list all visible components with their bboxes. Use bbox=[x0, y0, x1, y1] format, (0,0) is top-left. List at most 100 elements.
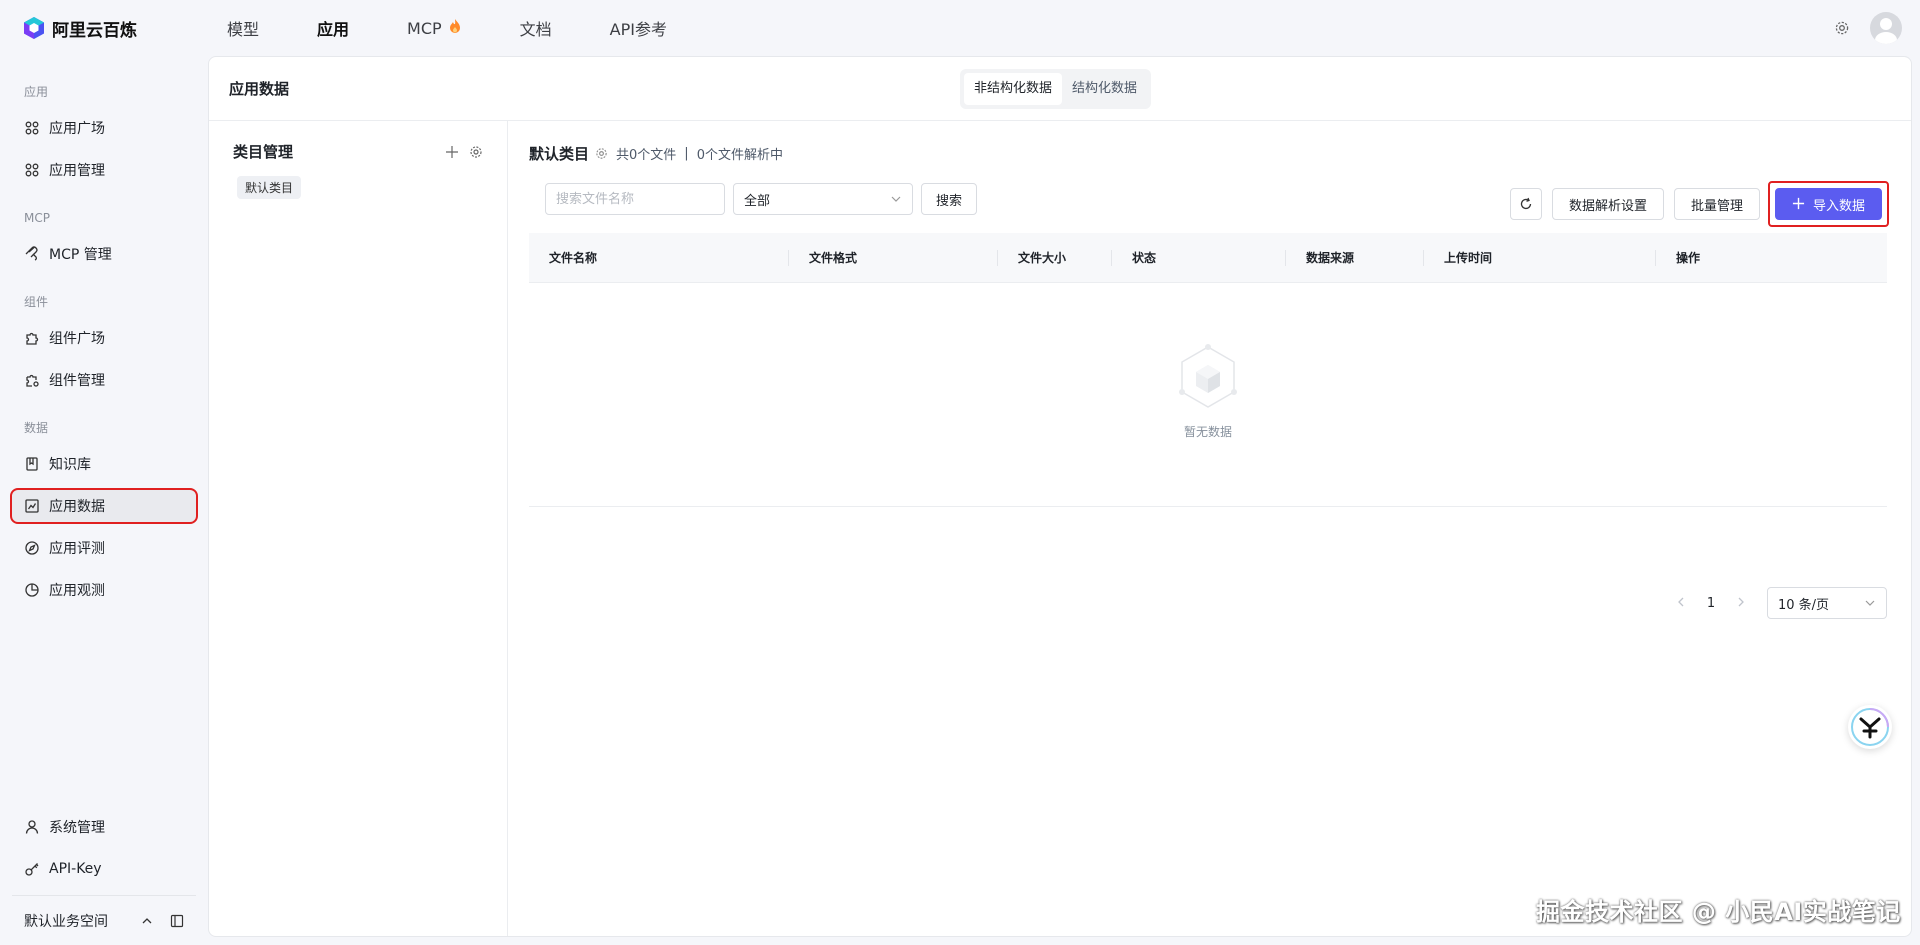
category-item-default[interactable]: 默认类目 bbox=[237, 176, 302, 199]
category-info-icon[interactable] bbox=[595, 147, 608, 160]
nav-mcp-label: MCP bbox=[407, 18, 442, 38]
brand-name: 阿里云百炼 bbox=[52, 20, 137, 41]
sidebar-item-app-evaluation[interactable]: 应用评测 bbox=[12, 532, 196, 564]
column-file-name: 文件名称 bbox=[529, 233, 789, 282]
sidebar-item-mcp-management[interactable]: MCP 管理 bbox=[12, 238, 196, 270]
import-data-button[interactable]: 导入数据 bbox=[1774, 188, 1882, 220]
chevron-up-icon[interactable] bbox=[140, 914, 154, 928]
search-toolbar: 全部 搜索 bbox=[545, 183, 978, 215]
category-actions bbox=[445, 145, 483, 159]
page-number[interactable]: 1 bbox=[1697, 596, 1725, 611]
parse-settings-button[interactable]: 数据解析设置 bbox=[1551, 188, 1664, 220]
category-settings-icon[interactable] bbox=[469, 145, 483, 159]
user-icon bbox=[25, 820, 39, 834]
header-separator: | bbox=[684, 146, 689, 161]
sidebar-item-label: 组件广场 bbox=[49, 331, 105, 347]
brand-logo[interactable]: 阿里云百炼 bbox=[22, 16, 222, 41]
assistant-float-button[interactable] bbox=[1848, 705, 1892, 749]
pagination: 1 10 条/页 bbox=[1669, 587, 1887, 619]
sidebar-item-label: 应用数据 bbox=[49, 499, 105, 515]
batch-manage-button[interactable]: 批量管理 bbox=[1673, 188, 1760, 220]
search-button[interactable]: 搜索 bbox=[921, 183, 978, 215]
sidebar-item-label: 知识库 bbox=[49, 457, 91, 473]
refresh-button[interactable] bbox=[1509, 188, 1542, 220]
key-icon bbox=[25, 863, 39, 876]
book-icon bbox=[26, 457, 38, 471]
brand-logo-icon bbox=[24, 17, 44, 39]
empty-state: 暂无数据 bbox=[529, 283, 1887, 507]
sidebar-item-label: 应用广场 bbox=[49, 121, 105, 137]
column-upload-time: 上传时间 bbox=[1424, 233, 1656, 282]
sidebar-item-app-plaza[interactable]: 应用广场 bbox=[12, 112, 196, 144]
content-title: 默认类目 bbox=[529, 145, 590, 163]
column-actions: 操作 bbox=[1676, 251, 1701, 265]
next-page-chevron-right-icon[interactable] bbox=[1729, 596, 1753, 611]
status-filter-select[interactable]: 全部 bbox=[733, 183, 913, 215]
nav-mcp[interactable]: MCP bbox=[407, 18, 462, 38]
sidebar-group-apps: 应用 bbox=[24, 85, 49, 99]
user-avatar-icon bbox=[1875, 18, 1897, 44]
sidebar-collapse-icon[interactable] bbox=[170, 914, 184, 928]
file-search-input[interactable] bbox=[545, 183, 725, 215]
sidebar-item-api-key[interactable]: API-Key bbox=[12, 853, 196, 885]
nav-models[interactable]: 模型 bbox=[227, 16, 259, 40]
nav-docs-label: 文档 bbox=[519, 20, 552, 39]
nav-models-label: 模型 bbox=[227, 20, 260, 39]
prev-page-chevron-left-icon[interactable] bbox=[1669, 596, 1693, 611]
sidebar: 应用 应用广场 应用管理 MCP MCP 管理 组件 组件广场 组件管理 数据 … bbox=[0, 56, 208, 945]
sidebar-item-label: 应用观测 bbox=[49, 583, 105, 599]
refresh-icon bbox=[1520, 197, 1532, 210]
table-header: 文件名称 文件格式 文件大小 状态 数据来源 上传时间 操作 bbox=[529, 233, 1887, 283]
add-category-plus-icon[interactable] bbox=[445, 145, 459, 159]
nav-apps-label: 应用 bbox=[317, 20, 350, 39]
grid-icon bbox=[25, 121, 39, 135]
nav-apps[interactable]: 应用 bbox=[317, 16, 349, 40]
import-button-highlight: 导入数据 bbox=[1767, 181, 1890, 227]
sidebar-item-app-observation[interactable]: 应用观测 bbox=[12, 574, 196, 606]
assistant-logo-icon bbox=[1851, 708, 1889, 746]
file-count: 共0个文件 bbox=[616, 148, 677, 163]
sidebar-group-data: 数据 bbox=[24, 421, 49, 435]
sidebar-item-component-plaza[interactable]: 组件广场 bbox=[12, 322, 196, 354]
data-type-tabs: 非结构化数据 结构化数据 bbox=[960, 69, 1152, 109]
sidebar-item-component-management[interactable]: 组件管理 bbox=[12, 364, 196, 396]
compass-icon bbox=[25, 541, 39, 555]
sidebar-item-system-management[interactable]: 系统管理 bbox=[12, 811, 196, 843]
tab-structured-data[interactable]: 结构化数据 bbox=[1062, 73, 1147, 105]
column-file-format: 文件格式 bbox=[789, 233, 998, 282]
sidebar-group-components: 组件 bbox=[24, 295, 49, 309]
sidebar-item-label: MCP 管理 bbox=[49, 247, 112, 263]
parsing-count: 0个文件解析中 bbox=[696, 148, 783, 163]
sidebar-item-label: 应用管理 bbox=[49, 163, 105, 179]
content-header: 默认类目 共0个文件 | 0个文件解析中 bbox=[529, 143, 783, 164]
sidebar-item-app-management[interactable]: 应用管理 bbox=[12, 154, 196, 186]
chart-line-icon bbox=[25, 499, 39, 513]
page-title: 应用数据 bbox=[229, 80, 290, 98]
page-size-select[interactable]: 10 条/页 bbox=[1767, 587, 1887, 619]
top-nav: 模型 应用 MCP 文档 API参考 bbox=[227, 16, 725, 40]
sidebar-bottom: 系统管理 API-Key 默认业务空间 bbox=[0, 801, 208, 945]
sidebar-item-label: API-Key bbox=[49, 861, 102, 877]
settings-gear-icon[interactable] bbox=[1832, 18, 1852, 38]
content-actions: 数据解析设置 批量管理 导入数据 bbox=[1509, 181, 1890, 227]
sidebar-item-knowledge-base[interactable]: 知识库 bbox=[12, 448, 196, 480]
page-size-value: 10 条/页 bbox=[1778, 597, 1830, 613]
file-content: 默认类目 共0个文件 | 0个文件解析中 全部 搜索 数据解析设置 批量管理 bbox=[509, 121, 1911, 936]
workspace-name: 默认业务空间 bbox=[24, 913, 108, 930]
empty-state-text: 暂无数据 bbox=[1183, 425, 1232, 439]
sidebar-item-app-data[interactable]: 应用数据 bbox=[10, 488, 198, 524]
nav-docs[interactable]: 文档 bbox=[520, 16, 552, 40]
sidebar-item-label: 系统管理 bbox=[49, 820, 105, 836]
sidebar-item-label: 应用评测 bbox=[49, 541, 105, 557]
mcp-icon bbox=[25, 246, 38, 261]
category-title: 类目管理 bbox=[233, 143, 294, 161]
grid-icon bbox=[25, 163, 39, 177]
main-header: 应用数据 非结构化数据 结构化数据 bbox=[209, 57, 1911, 121]
nav-api-reference[interactable]: API参考 bbox=[610, 16, 667, 40]
tab-unstructured-data[interactable]: 非结构化数据 bbox=[964, 73, 1063, 105]
workspace-switcher[interactable]: 默认业务空间 bbox=[12, 895, 196, 945]
user-avatar[interactable] bbox=[1870, 12, 1902, 44]
watermark-text: 掘金技术社区 @ 小民AI实战笔记 bbox=[1536, 898, 1901, 926]
puzzle-icon bbox=[26, 332, 39, 345]
top-bar: 阿里云百炼 模型 应用 MCP 文档 API参考 bbox=[0, 0, 1920, 56]
